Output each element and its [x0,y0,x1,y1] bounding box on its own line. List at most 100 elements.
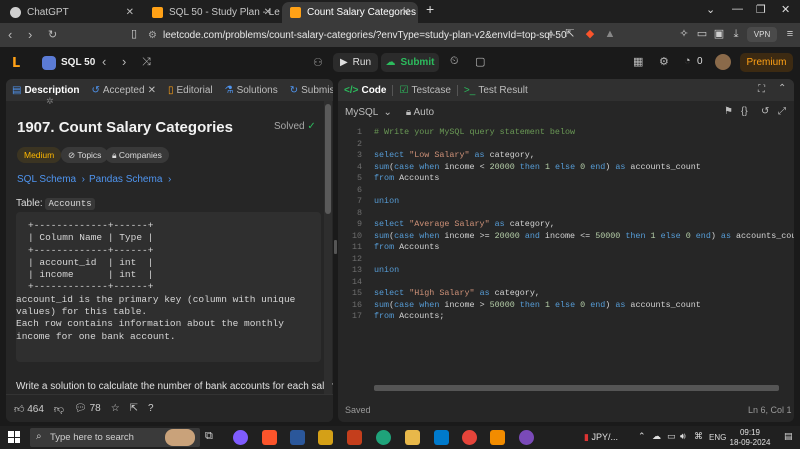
site-info-icon[interactable]: ⚙ [148,30,157,41]
code-line[interactable]: 1 # Write your MySQL query statement belo… [338,127,794,139]
vlc-icon[interactable] [490,430,505,445]
new-tab-icon[interactable]: + [426,1,434,17]
currency-widget[interactable]: ▮ JPY/... [584,432,618,443]
wallet-icon[interactable]: ▣ [713,28,725,40]
tab-description[interactable]: ▤ Description [6,85,85,96]
brave-icon[interactable] [262,430,277,445]
onedrive-icon[interactable]: ☁ [652,431,661,442]
code-line[interactable]: 7 union [338,196,794,208]
chrome-icon[interactable] [462,430,477,445]
code-line[interactable]: 4 sum(case when income < 20000 then 1 els… [338,162,794,174]
file-explorer-icon[interactable] [405,430,420,445]
network-icon[interactable]: ⌘ [694,431,703,442]
debug-icon[interactable]: ⚇ [313,56,323,69]
tab-testcase[interactable]: ☑ Testcase [393,85,456,96]
run-button[interactable]: ▶ Run [333,53,378,72]
extensions-icon[interactable]: ✧ [678,28,690,40]
pandas-schema-link[interactable]: Pandas Schema › [89,174,171,185]
edge-icon[interactable] [376,430,391,445]
next-problem-icon[interactable]: › [122,54,126,69]
dislike-icon[interactable]: 👎︎ [54,403,64,415]
windows-start-icon[interactable] [8,431,20,443]
chevron-up-icon[interactable]: ⌃ [778,83,786,94]
like-button[interactable]: 👍︎ 464 [14,403,44,415]
tab-submissions[interactable]: ↻ Submissi [284,85,333,96]
code-line[interactable]: 11 from Accounts [338,242,794,254]
tray-chevron-icon[interactable]: ⌃ [638,431,646,442]
code-line[interactable]: 9 select "Average Salary" as category, [338,219,794,231]
leetcode-logo-icon[interactable]: ᒪ [12,55,26,70]
study-plan-icon[interactable] [42,56,56,70]
volume-icon[interactable]: 🔊︎ [680,431,686,442]
notes-icon[interactable]: ▢ [475,55,485,68]
code-line[interactable]: 14 [338,277,794,289]
braces-icon[interactable]: {} [741,106,748,117]
code-line[interactable]: 3 select "Low Salary" as category, [338,150,794,162]
share-icon[interactable]: ⇱ [564,28,576,40]
tab-chatgpt[interactable]: ChatGPT ✕ [2,2,142,23]
brave-rewards-icon[interactable]: ▲ [604,28,616,40]
code-line[interactable]: 15 select "High Salary" as category, [338,288,794,300]
sidebar-icon[interactable]: ▭ [696,28,708,40]
forward-icon[interactable]: › [28,27,32,42]
favorite-icon[interactable]: ☆ [111,403,120,414]
bookmark-icon[interactable]: ⚑ [724,106,733,117]
language-indicator[interactable]: ENG [709,433,726,442]
topics-tag[interactable]: ⊘ Topics [61,147,109,163]
reload-icon[interactable]: ↻ [48,28,57,41]
vscode-icon[interactable] [434,430,449,445]
fullscreen-editor-icon[interactable]: ⤢ [778,106,786,117]
resize-handle-icon[interactable]: ✲ [46,96,54,107]
powerpoint-icon[interactable] [347,430,362,445]
minimize-icon[interactable]: — [732,3,743,15]
timer-icon[interactable]: ⏲ [450,55,459,68]
tab-sql50[interactable]: SQL 50 - Study Plan - LeetCode ✕ [144,2,280,23]
app-icon-2[interactable] [519,430,534,445]
panel-resize-handle[interactable] [334,240,337,254]
restore-icon[interactable]: ❐ [756,3,766,16]
code-line[interactable]: 12 [338,254,794,266]
premium-button[interactable]: Premium [740,53,793,72]
share-icon[interactable]: ⇱ [130,403,138,414]
auto-mode[interactable]: 🔒︎ Auto [406,107,434,118]
code-line[interactable]: 2 [338,139,794,151]
tab-test-result[interactable]: >_ Test Result [458,85,534,96]
shuffle-icon[interactable]: ⤨ [142,56,151,69]
notification-icon[interactable]: ▤ [784,431,793,442]
reset-icon[interactable]: ↺ [761,106,769,117]
bookmark-icon[interactable]: ▯ [128,28,140,40]
study-plan-title[interactable]: SQL 50 [61,57,95,68]
search-highlight-icon[interactable] [165,429,195,446]
fullscreen-icon[interactable]: ⛶ [758,84,765,95]
sql-schema-link[interactable]: SQL Schema › [17,174,85,185]
word-icon[interactable] [290,430,305,445]
code-editor[interactable]: 1 # Write your MySQL query statement belo… [338,123,794,393]
layout-icon[interactable]: ▦ [633,55,643,68]
vpn-button[interactable]: VPN [747,27,777,42]
settings-icon[interactable]: ⚙ [659,55,669,68]
battery-icon[interactable]: ▭ [667,431,676,442]
chevron-down-icon[interactable]: ⌄ [706,3,715,16]
tab-solutions[interactable]: ⚗ Solutions [219,85,284,96]
back-icon[interactable]: ‹ [8,27,12,42]
code-line[interactable]: 17 from Accounts; [338,311,794,323]
editor-horizontal-scrollbar[interactable] [374,385,779,391]
close-icon[interactable]: ✕ [402,7,410,18]
code-line[interactable]: 8 [338,208,794,220]
taskbar-clock[interactable]: 09:19 18-09-2024 [725,428,775,448]
close-icon[interactable]: ✕ [148,85,156,96]
companies-tag[interactable]: 🔒︎ Companies [105,147,169,163]
submit-button[interactable]: ☁ Submit [381,53,439,72]
code-line[interactable]: 10 sum(case when income >= 20000 and inco… [338,231,794,243]
tab-code[interactable]: </> Code [338,85,392,96]
close-icon[interactable]: ✕ [264,7,272,18]
code-line[interactable]: 16 sum(case when income > 50000 then 1 el… [338,300,794,312]
copilot-icon[interactable] [233,430,248,445]
menu-icon[interactable]: ≡ [784,28,796,40]
language-select[interactable]: MySQL ⌄ [345,107,392,118]
zoom-icon[interactable]: ⌕ [545,28,557,40]
app-icon[interactable] [318,430,333,445]
tab-count-salary[interactable]: Count Salary Categories - Leet ✕ [282,2,418,23]
help-icon[interactable]: ? [148,403,154,414]
window-close-icon[interactable]: ✕ [781,3,790,16]
